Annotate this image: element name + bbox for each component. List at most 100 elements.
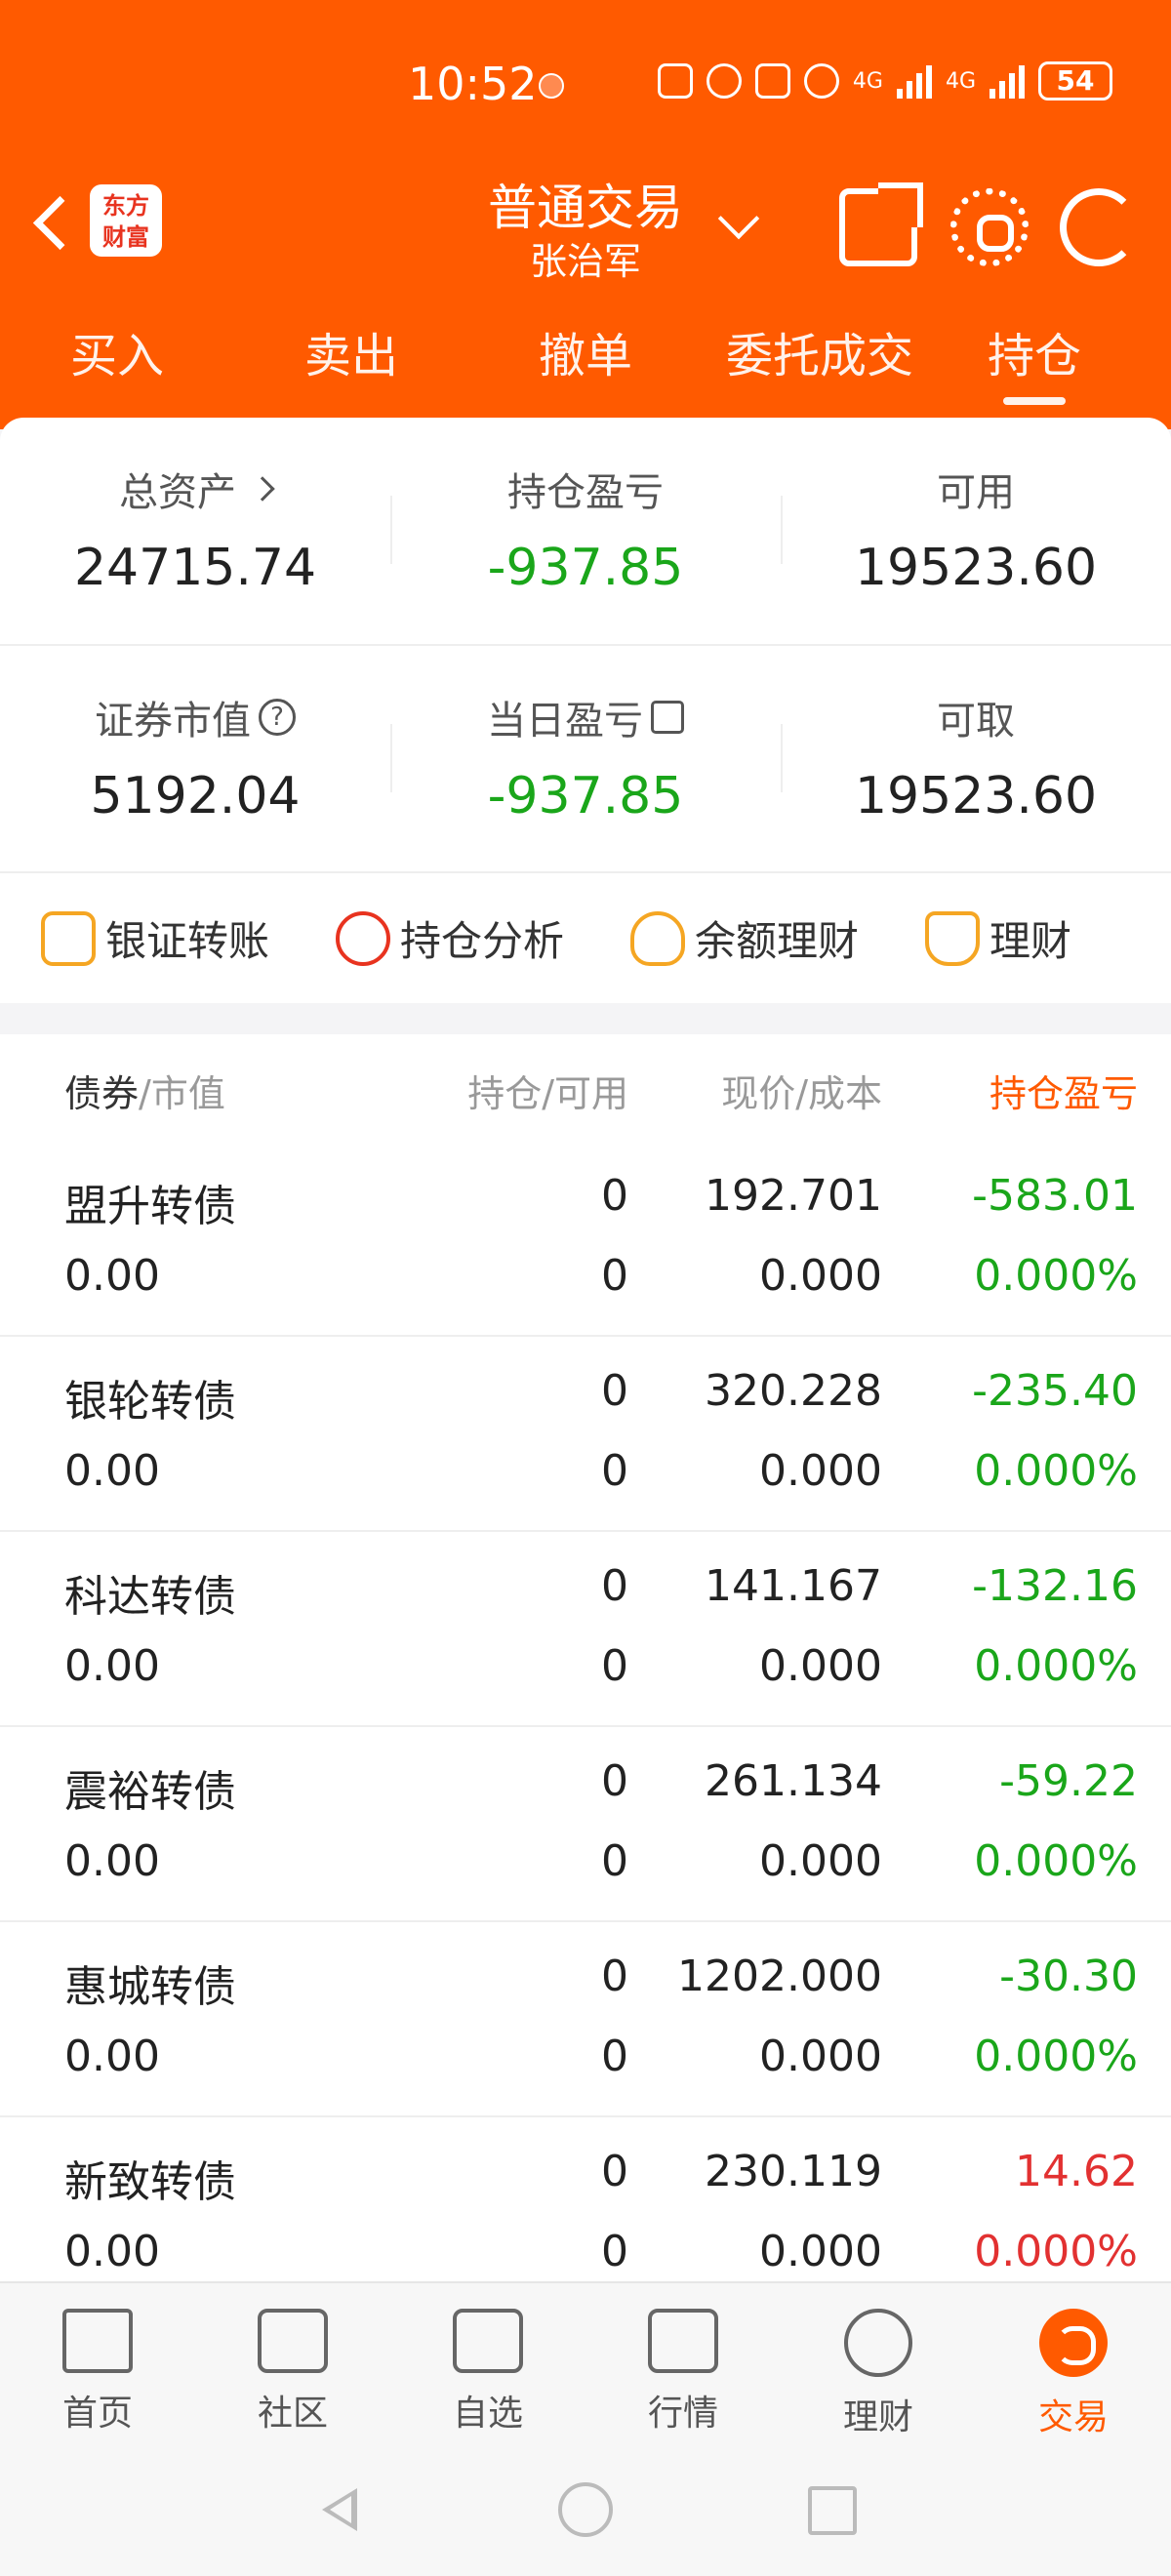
notification-dot-icon xyxy=(539,73,564,99)
position-analysis-label: 持仓分析 xyxy=(400,917,565,965)
table-row[interactable]: 盟升转债 0.00 0 0 192.701 0.000 -583.01 0.00… xyxy=(0,1142,1171,1337)
nav-market-label: 行情 xyxy=(647,2394,718,2434)
nav-bar: 东方 财富 普通交易 张治军 xyxy=(0,161,1171,288)
system-recents-icon[interactable] xyxy=(808,2486,857,2535)
total-assets-value: 24715.74 xyxy=(73,539,317,597)
pl-percent: 0.000% xyxy=(974,1641,1138,1691)
withdrawable-funds: 可取 19523.60 xyxy=(781,646,1171,870)
current-price: 230.119 xyxy=(705,2147,882,2196)
avail-qty: 0 xyxy=(601,1251,628,1301)
wifi-icon xyxy=(803,63,839,99)
bond-name: 盟升转债 xyxy=(64,1182,236,1231)
current-price: 141.167 xyxy=(705,1561,882,1611)
hold-qty: 0 xyxy=(601,2147,628,2196)
current-price: 261.134 xyxy=(705,1756,882,1806)
hold-qty: 0 xyxy=(601,1952,628,2001)
pl-percent: 0.000% xyxy=(974,1446,1138,1496)
gear-icon[interactable] xyxy=(950,188,1029,266)
table-row[interactable]: 新致转债 0.00 0 0 230.119 0.000 14.62 0.000% xyxy=(0,2117,1171,2283)
position-analysis-button[interactable]: 持仓分析 xyxy=(336,908,564,968)
nav-watchlist[interactable]: 自选 xyxy=(390,2283,586,2449)
network-label-1: 4G xyxy=(852,68,883,94)
cost-price: 0.000 xyxy=(759,1446,882,1496)
tab-orders[interactable]: 委托成交 xyxy=(703,317,937,405)
avail-qty: 0 xyxy=(601,2227,628,2276)
cost-price: 0.000 xyxy=(759,2032,882,2081)
daily-pl-value: -937.85 xyxy=(487,767,684,825)
signal-2-icon xyxy=(989,63,1025,99)
cost-price: 0.000 xyxy=(759,1641,882,1691)
share-icon[interactable] xyxy=(839,182,923,266)
bank-transfer-button[interactable]: 银证转账 xyxy=(41,908,269,968)
table-row[interactable]: 震裕转债 0.00 0 0 261.134 0.000 -59.22 0.000… xyxy=(0,1727,1171,1922)
line-chart-icon xyxy=(648,2309,718,2373)
chat-icon xyxy=(258,2309,328,2373)
nav-home[interactable]: 首页 xyxy=(0,2283,195,2449)
market-value-label: 证券市值 xyxy=(95,699,251,744)
piggy-bank-icon xyxy=(630,910,686,966)
column-price[interactable]: 现价/成本 xyxy=(721,1064,882,1117)
market-value-cell: 0.00 xyxy=(64,1251,160,1301)
table-row[interactable]: 银轮转债 0.00 0 0 320.228 0.000 -235.40 0.00… xyxy=(0,1337,1171,1532)
total-assets[interactable]: 总资产 24715.74 xyxy=(0,418,390,644)
tab-positions[interactable]: 持仓 xyxy=(937,317,1132,405)
tab-cancel[interactable]: 撤单 xyxy=(468,317,703,405)
bond-name: 惠城转债 xyxy=(64,1962,236,2012)
market-value-cell: 0.00 xyxy=(64,1641,160,1691)
pl-percent: 0.000% xyxy=(974,1836,1138,1886)
pl-amount: -235.40 xyxy=(972,1366,1138,1416)
status-time: 10:52 xyxy=(408,58,538,110)
nav-trade-label: 交易 xyxy=(1037,2397,1109,2437)
app-header: 10:52 4G 4G 54 东方 财富 普通交易 张治军 买入 卖出 撤单 委 xyxy=(0,0,1171,429)
column-bond[interactable]: 债券/市值 xyxy=(64,1064,225,1117)
table-row[interactable]: 惠城转债 0.00 0 0 1202.000 0.000 -30.30 0.00… xyxy=(0,1922,1171,2117)
column-bond-main: 债券 xyxy=(64,1072,140,1115)
nav-watchlist-label: 自选 xyxy=(452,2394,523,2434)
tab-buy[interactable]: 买入 xyxy=(0,317,234,405)
pl-percent: 0.000% xyxy=(974,1251,1138,1301)
hold-qty: 0 xyxy=(601,1561,628,1611)
nav-finance[interactable]: 理财 xyxy=(781,2283,976,2449)
market-value-value: 5192.04 xyxy=(90,767,301,825)
system-nav-bar xyxy=(0,2449,1171,2576)
hold-qty: 0 xyxy=(601,1171,628,1221)
refresh-icon[interactable] xyxy=(1060,188,1138,266)
avail-qty: 0 xyxy=(601,2032,628,2081)
wealth-button[interactable]: 理财 xyxy=(925,908,1071,968)
pl-amount: 14.62 xyxy=(1015,2147,1138,2196)
current-price: 320.228 xyxy=(705,1366,882,1416)
pl-percent: 0.000% xyxy=(974,2032,1138,2081)
nfc-icon xyxy=(657,63,693,99)
balance-finance-button[interactable]: 余额理财 xyxy=(630,908,859,968)
money-bag-icon xyxy=(925,910,981,966)
available-value: 19523.60 xyxy=(854,539,1098,597)
pl-amount: -132.16 xyxy=(972,1561,1138,1611)
column-hold[interactable]: 持仓/可用 xyxy=(467,1064,628,1117)
signal-1-icon xyxy=(896,63,932,99)
hold-qty: 0 xyxy=(601,1756,628,1806)
diamond-icon xyxy=(844,2309,912,2377)
available-label: 可用 xyxy=(937,470,1015,515)
nav-community[interactable]: 社区 xyxy=(195,2283,390,2449)
holdings-header: 债券/市值 持仓/可用 现价/成本 持仓盈亏 xyxy=(0,1034,1171,1142)
position-pl-value: -937.85 xyxy=(487,539,684,597)
nav-trade[interactable]: 交易 xyxy=(976,2283,1171,2449)
battery-icon: 54 xyxy=(1038,61,1112,101)
nav-market[interactable]: 行情 xyxy=(586,2283,781,2449)
daily-pl-label: 当日盈亏 xyxy=(487,699,643,744)
tab-sell[interactable]: 卖出 xyxy=(234,317,468,405)
system-back-icon[interactable] xyxy=(310,2482,365,2537)
available-funds: 可用 19523.60 xyxy=(781,418,1171,644)
bank-transfer-label: 银证转账 xyxy=(105,917,270,965)
question-icon[interactable]: ? xyxy=(259,699,296,736)
withdrawable-value: 19523.60 xyxy=(854,767,1098,825)
pl-amount: -30.30 xyxy=(999,1952,1138,2001)
network-label-2: 4G xyxy=(945,68,976,94)
bond-name: 震裕转债 xyxy=(64,1767,236,1817)
table-row[interactable]: 科达转债 0.00 0 0 141.167 0.000 -132.16 0.00… xyxy=(0,1532,1171,1727)
external-link-icon[interactable] xyxy=(651,701,684,734)
wealth-label: 理财 xyxy=(989,917,1072,965)
column-pl[interactable]: 持仓盈亏 xyxy=(989,1064,1138,1117)
daily-pl: 当日盈亏 -937.85 xyxy=(390,646,781,870)
system-home-icon[interactable] xyxy=(558,2482,613,2537)
